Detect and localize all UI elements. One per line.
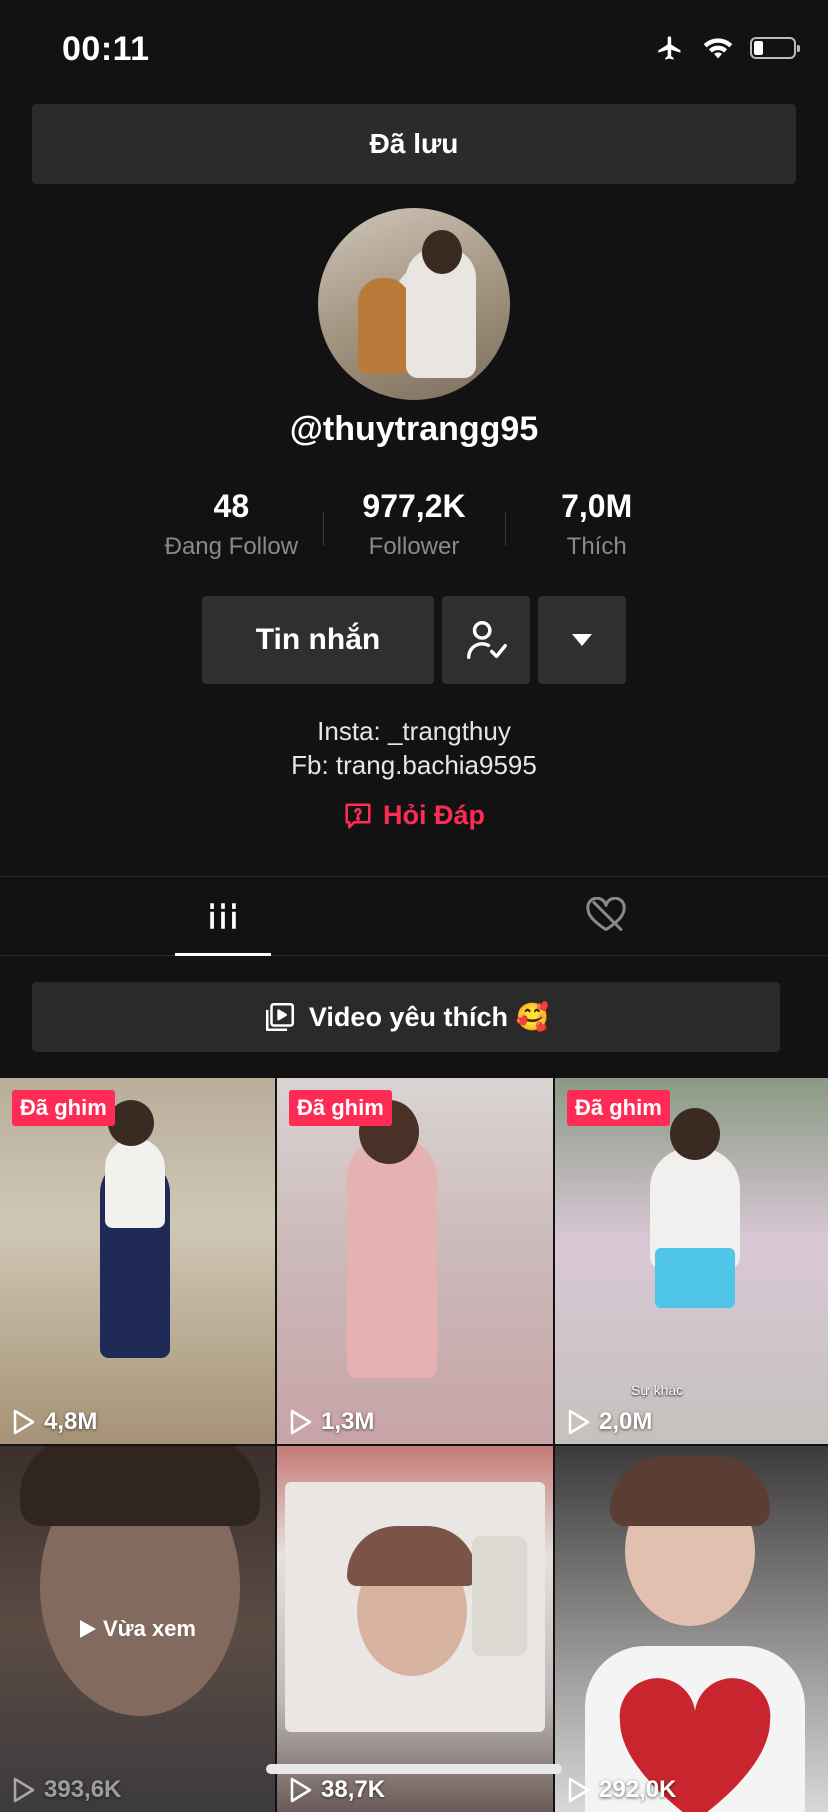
stat-following-label: Đang Follow (164, 533, 299, 560)
video-thumbnail[interactable]: Đã ghim 1,3M (277, 1078, 553, 1444)
video-thumbnail[interactable]: Đã ghim Sự khác 2,0M (555, 1078, 828, 1444)
video-grid: Đã ghim 4,8M Đã ghim 1,3M Đã ghim Sự khá… (0, 1078, 828, 1812)
video-playlist-icon (265, 1002, 294, 1032)
view-count-value: 38,7K (321, 1776, 386, 1803)
stat-followers[interactable]: 977,2K Follower (322, 488, 506, 568)
view-count-value: 292,0K (599, 1776, 677, 1803)
status-time: 00:11 (62, 30, 150, 68)
username: @thuytrangg95 (289, 410, 539, 448)
stat-followers-value: 977,2K (362, 488, 466, 524)
view-count: 292,0K (567, 1776, 676, 1804)
view-count: 393,6K (12, 1776, 121, 1804)
tab-liked-videos[interactable] (558, 877, 654, 955)
saved-banner[interactable]: Đã lưu (32, 104, 796, 184)
status-bar: 00:11 (0, 0, 828, 100)
play-outline-icon (290, 1777, 312, 1803)
view-count-value: 4,8M (44, 1408, 98, 1435)
caret-down-icon (572, 634, 592, 646)
bio: Insta: _trangthuy Fb: trang.bachia9595 (0, 714, 828, 782)
avatar[interactable] (318, 208, 510, 400)
profile-stats: 48 Đang Follow 977,2K Follower 7,0M Thíc… (140, 488, 688, 568)
following-button[interactable] (442, 596, 530, 684)
play-icon (80, 1620, 96, 1638)
status-icons (654, 34, 800, 62)
pinned-badge: Đã ghim (289, 1090, 392, 1126)
pinned-badge: Đã ghim (12, 1090, 115, 1126)
stat-likes-value: 7,0M (561, 488, 633, 524)
view-count: 4,8M (12, 1408, 97, 1436)
user-check-icon (467, 621, 507, 659)
stat-likes-label: Thích (566, 533, 627, 560)
play-outline-icon (13, 1777, 35, 1803)
just-watched-label: Vừa xem (103, 1616, 196, 1641)
profile-tabs (0, 876, 828, 956)
play-outline-icon (568, 1777, 590, 1803)
stat-likes[interactable]: 7,0M Thích (505, 488, 688, 568)
view-count: 38,7K (289, 1776, 385, 1804)
stat-following-value: 48 (213, 488, 250, 524)
message-button[interactable]: Tin nhắn (202, 596, 434, 684)
play-outline-icon (568, 1409, 590, 1435)
tab-indicator (175, 953, 271, 956)
video-caption: Sự khác (631, 1382, 684, 1398)
qa-label: Hỏi Đáp (382, 800, 485, 830)
battery-icon (750, 37, 800, 59)
more-dropdown-button[interactable] (538, 596, 626, 684)
view-count: 1,3M (289, 1408, 374, 1436)
favorite-videos-banner[interactable]: Video yêu thích 🥰 (32, 982, 780, 1052)
profile-actions: Tin nhắn (202, 596, 626, 684)
video-thumbnail[interactable]: Vừa xem 393,6K (0, 1446, 275, 1812)
pinned-badge: Đã ghim (567, 1090, 670, 1126)
view-count-value: 393,6K (44, 1776, 122, 1803)
bio-line: Insta: _trangthuy (317, 716, 511, 746)
qa-link[interactable]: Hỏi Đáp (0, 800, 828, 831)
heart-hidden-icon (586, 897, 626, 931)
view-count-value: 2,0M (599, 1408, 653, 1435)
view-count: 2,0M (567, 1408, 652, 1436)
grid-icon (210, 903, 236, 929)
wifi-icon (703, 38, 733, 59)
question-message-icon (345, 803, 371, 828)
view-count-value: 1,3M (321, 1408, 375, 1435)
video-thumbnail[interactable]: 38,7K (277, 1446, 553, 1812)
just-watched-overlay: Vừa xem (0, 1446, 275, 1812)
airplane-icon (658, 36, 681, 60)
stat-following[interactable]: 48 Đang Follow (140, 488, 323, 568)
tab-videos[interactable] (175, 877, 271, 955)
home-indicator[interactable] (266, 1764, 562, 1774)
favorite-videos-label: Video yêu thích 🥰 (308, 1002, 550, 1032)
stat-followers-label: Follower (368, 533, 460, 560)
play-outline-icon (13, 1409, 35, 1435)
saved-banner-label: Đã lưu (369, 128, 459, 159)
play-outline-icon (290, 1409, 312, 1435)
bio-line: Fb: trang.bachia9595 (291, 750, 537, 780)
video-thumbnail[interactable]: 292,0K (555, 1446, 828, 1812)
video-thumbnail[interactable]: Đã ghim 4,8M (0, 1078, 275, 1444)
